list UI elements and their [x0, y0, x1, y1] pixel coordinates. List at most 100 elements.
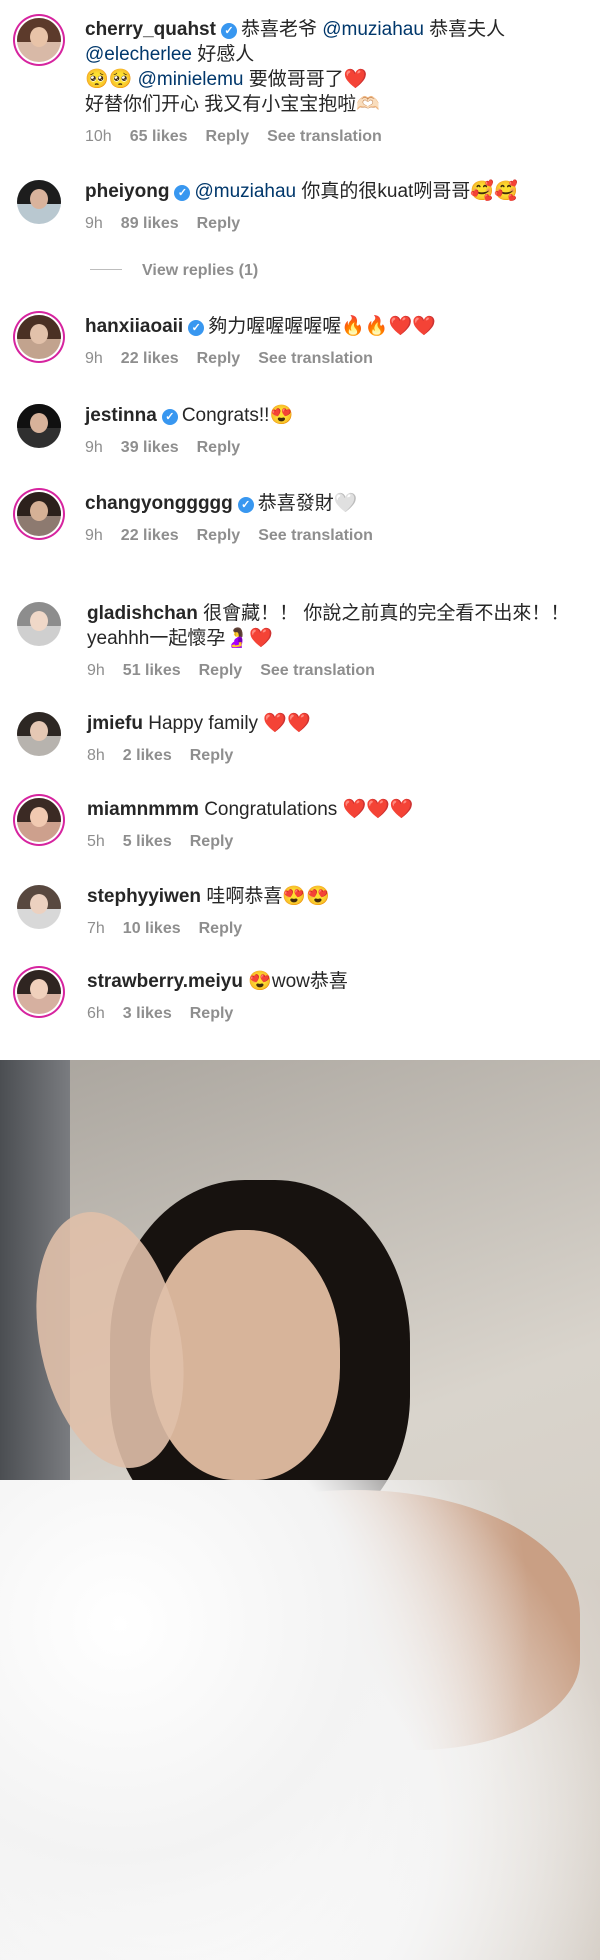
- timestamp: 9h: [85, 215, 103, 232]
- comment-item: strawberry.meiyu 😍wow恭喜 6h 3 likes Reply: [0, 970, 600, 1040]
- username-link[interactable]: pheiyong: [85, 181, 169, 202]
- likes-count[interactable]: 5 likes: [123, 833, 172, 850]
- comment-text-segment: 恭喜老爷: [240, 19, 323, 40]
- comment-text: gladishchan 很會藏！！ 你說之前真的完全看不出來！！: [87, 602, 569, 626]
- username-link[interactable]: hanxiiaoaii: [85, 316, 183, 337]
- comment-text-segment: 很會藏！！ 你說之前真的完全看不出來！！: [203, 603, 570, 624]
- username-link[interactable]: strawberry.meiyu: [87, 971, 243, 992]
- avatar[interactable]: [17, 180, 61, 224]
- username-link[interactable]: stephyyiwen: [87, 886, 201, 907]
- face-shape: [30, 978, 48, 999]
- comment-item: changyonggggg ✓ 恭喜發財🤍 9h 22 likes Reply See t…: [0, 492, 600, 562]
- comment-meta: 6h 3 likes Reply: [87, 1005, 251, 1023]
- mention-link[interactable]: @elecherlee: [85, 44, 192, 65]
- reply-button[interactable]: Reply: [197, 439, 241, 456]
- reply-button[interactable]: Reply: [206, 128, 250, 145]
- comment-text-segment: Congratulations ❤️❤️❤️: [204, 799, 414, 820]
- likes-count[interactable]: 51 likes: [123, 662, 181, 679]
- timestamp: 10h: [85, 128, 112, 145]
- username-link[interactable]: jestinna: [85, 405, 157, 426]
- timestamp: 9h: [87, 662, 105, 679]
- comments-panel: cherry_quahst ✓ 恭喜老爷 @muziahau 恭喜夫人 @elech…: [0, 0, 600, 1060]
- reply-button[interactable]: Reply: [190, 747, 234, 764]
- likes-count[interactable]: 39 likes: [121, 439, 179, 456]
- comment-text-segment: 你真的很kuat咧哥哥🥰🥰: [296, 181, 518, 202]
- verified-icon: ✓: [174, 185, 191, 201]
- comment-text: hanxiiaoaii ✓ 夠力喔喔喔喔喔🔥🔥❤️❤️: [85, 315, 436, 339]
- comment-text: jestinna ✓ Congrats!!😍: [85, 404, 293, 428]
- comment-meta: 9h 89 likes Reply: [85, 215, 258, 233]
- post-photo: [0, 1060, 600, 1960]
- comment-text-segment: 要做哥哥了: [243, 69, 344, 90]
- avatar[interactable]: [17, 885, 61, 929]
- comment-text: strawberry.meiyu 😍wow恭喜: [87, 970, 348, 994]
- comment-text: miamnmmm Congratulations ❤️❤️❤️: [87, 798, 414, 822]
- reply-button[interactable]: Reply: [190, 833, 234, 850]
- reply-button[interactable]: Reply: [199, 920, 243, 937]
- comment-meta: 8h 2 likes Reply: [87, 747, 251, 765]
- comment-item: jmiefu Happy family ❤️❤️ 8h 2 likes Reply: [0, 712, 600, 782]
- likes-count[interactable]: 3 likes: [123, 1005, 172, 1022]
- see-translation-button[interactable]: See translation: [258, 527, 373, 544]
- mention-link[interactable]: @muziahau: [322, 19, 424, 40]
- username-link[interactable]: jmiefu: [87, 713, 143, 734]
- likes-count[interactable]: 22 likes: [121, 527, 179, 544]
- comment-meta: 9h 51 likes Reply See translation: [87, 662, 393, 680]
- avatar[interactable]: [17, 970, 61, 1014]
- likes-count[interactable]: 22 likes: [121, 350, 179, 367]
- likes-count[interactable]: 89 likes: [121, 215, 179, 232]
- comment-meta: 9h 22 likes Reply See translation: [85, 527, 391, 545]
- comment-text-line: @elecherlee 好感人: [85, 43, 254, 67]
- comment-text: cherry_quahst ✓ 恭喜老爷 @muziahau 恭喜夫人: [85, 18, 505, 42]
- comment-text-segment: 好感人: [191, 44, 255, 65]
- timestamp: 5h: [87, 833, 105, 850]
- avatar[interactable]: [17, 602, 61, 646]
- comment-text-segment: 恭喜夫人: [423, 19, 506, 40]
- timestamp: 9h: [85, 527, 103, 544]
- see-translation-button[interactable]: See translation: [258, 350, 373, 367]
- comment-text: pheiyong ✓ @muziahau 你真的很kuat咧哥哥🥰🥰: [85, 180, 518, 204]
- reply-button[interactable]: Reply: [199, 662, 243, 679]
- avatar[interactable]: [17, 492, 61, 536]
- face-shape: [30, 720, 48, 741]
- mention-link[interactable]: @muziahau: [194, 181, 296, 202]
- username-link[interactable]: cherry_quahst: [85, 19, 216, 40]
- view-replies-button[interactable]: View replies (1): [90, 262, 258, 280]
- comment-item: cherry_quahst ✓ 恭喜老爷 @muziahau 恭喜夫人 @elech…: [0, 15, 600, 150]
- face-shape: [30, 188, 48, 209]
- see-translation-button[interactable]: See translation: [260, 662, 375, 679]
- username-link[interactable]: gladishchan: [87, 603, 198, 624]
- comment-text-line: 🥺🥺 @minielemu 要做哥哥了❤️: [85, 68, 367, 92]
- face-shape: [30, 893, 48, 914]
- mention-link[interactable]: @minielemu: [138, 69, 244, 90]
- comment-text-segment: 哇啊恭喜😍😍: [206, 886, 330, 907]
- reply-button[interactable]: Reply: [197, 215, 241, 232]
- likes-count[interactable]: 65 likes: [130, 128, 188, 145]
- reply-button[interactable]: Reply: [190, 1005, 234, 1022]
- likes-count[interactable]: 2 likes: [123, 747, 172, 764]
- avatar[interactable]: [17, 404, 61, 448]
- avatar[interactable]: [17, 798, 61, 842]
- comment-item: hanxiiaoaii ✓ 夠力喔喔喔喔喔🔥🔥❤️❤️ 9h 22 likes Repl…: [0, 315, 600, 385]
- timestamp: 9h: [85, 439, 103, 456]
- face-shape: [30, 323, 48, 344]
- avatar[interactable]: [17, 18, 61, 62]
- reply-button[interactable]: Reply: [197, 350, 241, 367]
- face-shape: [30, 806, 48, 827]
- reply-button[interactable]: Reply: [197, 527, 241, 544]
- username-link[interactable]: miamnmmm: [87, 799, 199, 820]
- see-translation-button[interactable]: See translation: [267, 128, 382, 145]
- avatar[interactable]: [17, 315, 61, 359]
- username-link[interactable]: changyonggggg: [85, 493, 233, 514]
- likes-count[interactable]: 10 likes: [123, 920, 181, 937]
- comment-item: jestinna ✓ Congrats!!😍 9h 39 likes Reply: [0, 404, 600, 474]
- comment-item: stephyyiwen 哇啊恭喜😍😍 7h 10 likes Reply: [0, 885, 600, 955]
- face-shape: [30, 610, 48, 631]
- comment-item: gladishchan 很會藏！！ 你說之前真的完全看不出來！！ yeahhh一…: [0, 602, 600, 692]
- face-shape: [30, 500, 48, 521]
- comment-item: pheiyong ✓ @muziahau 你真的很kuat咧哥哥🥰🥰 9h 89 li…: [0, 180, 600, 250]
- comment-item: miamnmmm Congratulations ❤️❤️❤️ 5h 5 like…: [0, 798, 600, 868]
- avatar[interactable]: [17, 712, 61, 756]
- comment-meta: 10h 65 likes Reply See translation: [85, 128, 400, 146]
- comment-text-line: 好替你们开心 我又有小宝宝抱啦🫶🏻: [85, 94, 380, 115]
